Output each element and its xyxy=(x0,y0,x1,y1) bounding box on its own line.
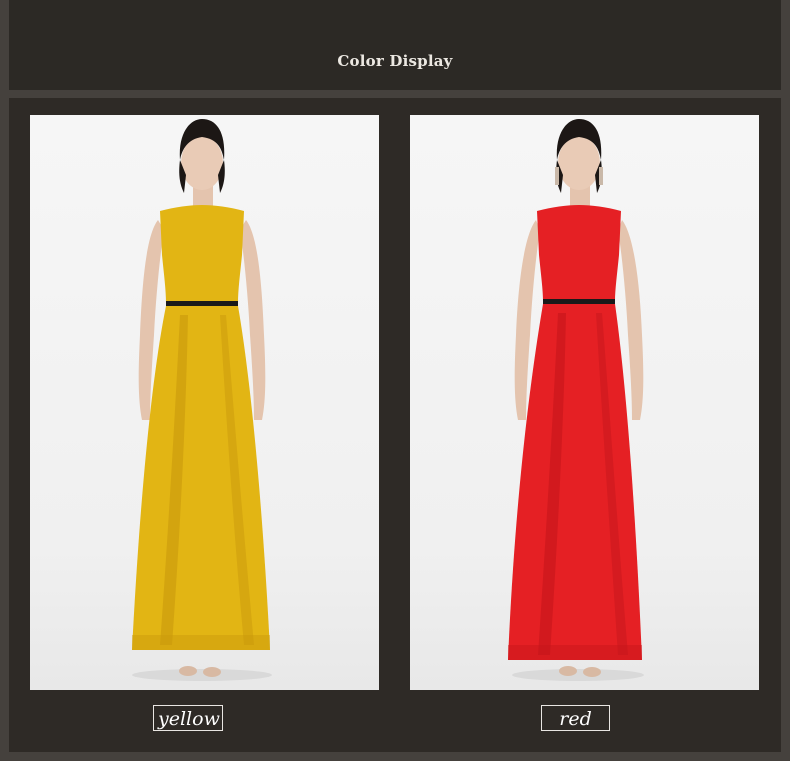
color-gallery: yellow red xyxy=(9,98,781,752)
color-label-red[interactable]: red xyxy=(541,705,610,731)
section-header: Color Display xyxy=(9,0,781,90)
model-illustration-yellow xyxy=(132,119,272,681)
color-label-yellow[interactable]: yellow xyxy=(153,705,223,731)
product-photo-yellow[interactable] xyxy=(30,115,379,690)
model-illustration-red xyxy=(508,119,644,681)
section-title: Color Display xyxy=(337,52,453,70)
product-photo-red[interactable] xyxy=(410,115,759,690)
